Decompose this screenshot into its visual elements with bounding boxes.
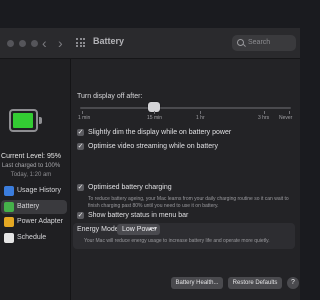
sidebar-item-battery[interactable]: Battery [1, 200, 67, 214]
usage-history-icon [4, 186, 14, 196]
display-off-slider-track[interactable] [80, 107, 291, 109]
turn-display-off-label: Turn display off after: [77, 93, 143, 100]
battery-level-fill [13, 113, 33, 128]
close-window-button[interactable] [7, 40, 14, 47]
back-button[interactable]: ‹ [42, 34, 47, 52]
sidebar-item-power-adapter[interactable]: Power Adapter [1, 215, 67, 229]
energy-mode-label: Energy Mode: [77, 226, 121, 233]
show-battery-status-label: Show battery status in menu bar [88, 212, 189, 219]
battery-preferences-window: ‹ › Battery Search Current Level: 95% La… [0, 28, 300, 300]
energy-mode-description: Your Mac will reduce energy usage to inc… [84, 238, 270, 244]
current-level-text: Current Level: 95% [1, 153, 61, 160]
chevron-updown-icon: ▲▼ [148, 226, 158, 232]
battery-health-button[interactable]: Battery Health... [171, 277, 223, 289]
sidebar-item-label: Usage History [17, 187, 61, 194]
show-all-grid-icon[interactable] [76, 38, 85, 47]
help-button[interactable]: ? [287, 277, 299, 289]
optimised-charging-option[interactable]: ✓ Optimised battery charging [77, 183, 299, 193]
search-icon [237, 39, 244, 46]
slider-tick [289, 111, 290, 114]
sidebar: Current Level: 95% Last charged to 100% … [0, 59, 71, 300]
energy-mode-select[interactable]: Low Power ▲▼ [117, 224, 160, 235]
sidebar-item-schedule[interactable]: Schedule [1, 231, 67, 245]
sidebar-item-label: Schedule [17, 234, 47, 241]
show-battery-status-option[interactable]: ✓ Show battery status in menu bar [77, 211, 299, 221]
slider-tick-label: Never [279, 115, 293, 121]
optimised-charging-label: Optimised battery charging [88, 184, 172, 191]
forward-button[interactable]: › [58, 34, 63, 52]
energy-mode-section: Energy Mode: Low Power ▲▼ Your Mac will … [73, 223, 295, 249]
optimised-charging-checkbox[interactable]: ✓ [77, 184, 84, 191]
slider-tick-label: 15 min [147, 115, 163, 121]
optimise-video-option[interactable]: ✓ Optimise video streaming while on batt… [77, 142, 299, 152]
optimise-video-checkbox[interactable]: ✓ [77, 143, 84, 150]
slider-tick [82, 111, 83, 114]
optimise-video-label: Optimise video streaming while on batter… [88, 143, 218, 150]
slider-tick [200, 111, 201, 114]
last-charged-text: Last charged to 100% [1, 163, 61, 169]
sidebar-item-label: Power Adapter [17, 218, 63, 225]
dim-display-checkbox[interactable]: ✓ [77, 129, 84, 136]
window-title: Battery [93, 36, 125, 46]
slider-tick-label: 1 min [78, 115, 91, 121]
last-charged-time: Today, 1:20 am [10, 172, 52, 178]
slider-tick-label: 3 hrs [258, 115, 270, 121]
schedule-icon [4, 233, 14, 243]
optimised-charging-description: To reduce battery ageing, your Mac learn… [88, 196, 289, 209]
slider-tick-label: 1 hr [196, 115, 205, 121]
slider-tick [264, 111, 265, 114]
power-adapter-icon [4, 217, 14, 227]
dim-display-label: Slightly dim the display while on batter… [88, 129, 232, 136]
battery-level-icon [9, 109, 38, 132]
restore-defaults-button[interactable]: Restore Defaults [228, 277, 282, 289]
battery-settings-pane: Turn display off after: 1 min 15 min 1 h… [71, 59, 300, 300]
battery-icon [4, 202, 14, 212]
slider-tick [154, 111, 155, 114]
sidebar-item-label: Battery [17, 203, 40, 210]
zoom-window-button[interactable] [31, 40, 38, 47]
sidebar-item-usage-history[interactable]: Usage History [1, 184, 67, 198]
show-battery-status-checkbox[interactable]: ✓ [77, 212, 84, 219]
battery-terminal [39, 117, 42, 124]
title-bar: ‹ › Battery Search [0, 28, 300, 59]
dim-display-option[interactable]: ✓ Slightly dim the display while on batt… [77, 128, 299, 138]
minimize-window-button[interactable] [19, 40, 26, 47]
